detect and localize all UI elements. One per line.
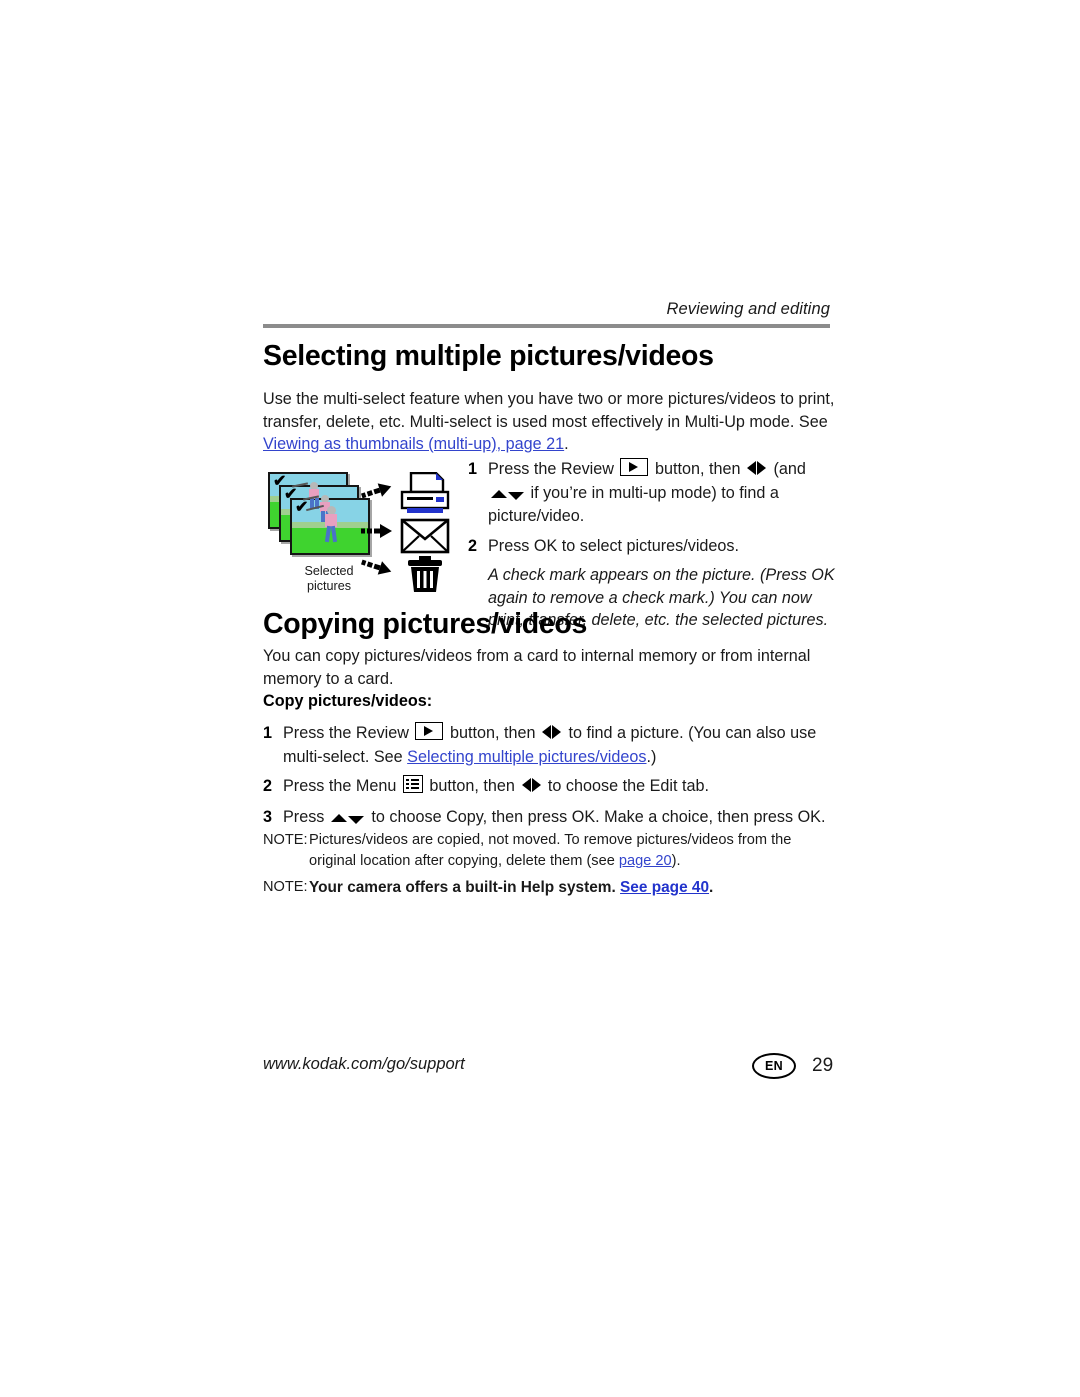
golfer-figure (306, 504, 342, 548)
note-text-part: Pictures/videos are copied, not moved. T… (309, 832, 792, 869)
step-text-part: button, then (445, 724, 540, 742)
golfer-leg-left (324, 525, 332, 543)
step-item: 3 Press to choose Copy, then press OK. M… (263, 806, 838, 830)
step-text: Press to choose Copy, then press OK. Mak… (283, 806, 838, 830)
header-divider-rule (263, 324, 830, 329)
step-text: Press the Review button, then (and if yo… (488, 458, 836, 528)
arrow-to-trash-icon (361, 559, 392, 575)
step-text-part: Press the Review (488, 460, 619, 478)
checkmark-icon: ✔ (295, 499, 309, 516)
step-text-part: button, then (650, 460, 745, 478)
step-text: Press the Menu button, then to choose th… (283, 775, 838, 799)
up-down-arrows-icon (490, 483, 524, 506)
step-text-part: .) (646, 747, 657, 766)
note-text-part: Your camera offers a built-in Help syste… (309, 879, 621, 896)
section-heading-selecting: Selecting multiple pictures/videos (263, 340, 714, 372)
intro-text-after-link: . (564, 435, 569, 453)
note-text-part: . (709, 879, 714, 896)
copying-intro-paragraph: You can copy pictures/videos from a card… (263, 647, 811, 688)
step-text: Press the Review button, then to find a … (283, 722, 838, 768)
manual-page: Reviewing and editing Selecting multiple… (0, 0, 1080, 1397)
footer-right-group: EN 29 (752, 1053, 833, 1079)
running-header: Reviewing and editing (263, 300, 830, 329)
selecting-steps-list: 1 Press the Review button, then (and if … (468, 458, 836, 632)
step-number: 1 (468, 460, 478, 478)
thumbnail-photo: ✔ (290, 498, 370, 555)
left-right-arrows-icon (542, 723, 562, 746)
envelope-icon (400, 518, 450, 554)
link-viewing-as-thumbnails[interactable]: Viewing as thumbnails (multi-up), page 2… (263, 435, 564, 453)
link-page-20[interactable]: page 20 (619, 853, 672, 869)
note-copied-not-moved: NOTE: Pictures/videos are copied, not mo… (263, 830, 838, 872)
intro-text-before-link: Use the multi-select feature when you ha… (263, 390, 835, 431)
language-badge: EN (752, 1053, 796, 1079)
step-text-part: if you’re in multi-up mode) to find a pi… (488, 483, 779, 526)
section-heading-copying: Copying pictures/videos (263, 608, 588, 640)
left-right-arrows-icon (521, 776, 541, 799)
step-text-part: (and (768, 460, 806, 478)
up-down-arrows-icon (331, 807, 365, 830)
step-number: 1 (263, 724, 273, 742)
selected-pictures-illustration: ✔ ✔ ✔ Selected pictures (268, 472, 458, 594)
note-help-system: NOTE: Your camera offers a built-in Help… (263, 877, 838, 898)
step-item: 2 Press OK to select pictures/videos. (468, 535, 836, 558)
review-button-icon (620, 458, 649, 476)
step-text-part: to choose Copy, then press OK. Make a ch… (366, 807, 826, 826)
step-text-part: Press the Review (283, 724, 414, 742)
step-text: Press OK to select pictures/videos. (488, 536, 740, 555)
note-text: Pictures/videos are copied, not moved. T… (309, 830, 838, 872)
review-button-icon (415, 722, 444, 740)
note-label: NOTE: (263, 879, 308, 895)
step-number: 3 (263, 807, 273, 826)
trash-icon (408, 556, 442, 592)
step-item: 1 Press the Review button, then to find … (263, 722, 838, 768)
footer-support-url[interactable]: www.kodak.com/go/support (263, 1055, 465, 1074)
menu-button-icon (402, 775, 423, 793)
arrow-to-printer-icon (361, 483, 392, 499)
link-selecting-multiple-pictures[interactable]: Selecting multiple pictures/videos (407, 748, 646, 766)
destination-icons (396, 472, 458, 592)
golfer-leg-right (330, 525, 338, 543)
link-see-page-40[interactable]: See page 40 (620, 879, 709, 896)
step-text-part: to choose the Edit tab. (543, 777, 709, 795)
left-right-arrows-icon (747, 459, 767, 482)
step-number: 2 (468, 536, 478, 555)
note-text-part: ). (671, 853, 681, 869)
step-item: 1 Press the Review button, then (and if … (468, 458, 836, 528)
step-number: 2 (263, 777, 273, 795)
note-label: NOTE: (263, 832, 308, 848)
arrow-to-envelope-icon (361, 524, 392, 538)
note-text: Your camera offers a built-in Help syste… (309, 877, 838, 898)
step-item: 2 Press the Menu button, then to choose … (263, 775, 838, 799)
step-text-part: Press (283, 807, 329, 826)
printer-icon (400, 472, 450, 513)
page-number: 29 (812, 1055, 834, 1076)
step-text-part: button, then (424, 777, 520, 795)
step-text-part: Press the Menu (283, 777, 401, 795)
copy-pictures-subheading: Copy pictures/videos: (263, 692, 433, 710)
running-header-title: Reviewing and editing (666, 300, 830, 318)
selecting-intro-paragraph: Use the multi-select feature when you ha… (263, 388, 835, 456)
copying-steps-list: 1 Press the Review button, then to find … (263, 722, 838, 836)
